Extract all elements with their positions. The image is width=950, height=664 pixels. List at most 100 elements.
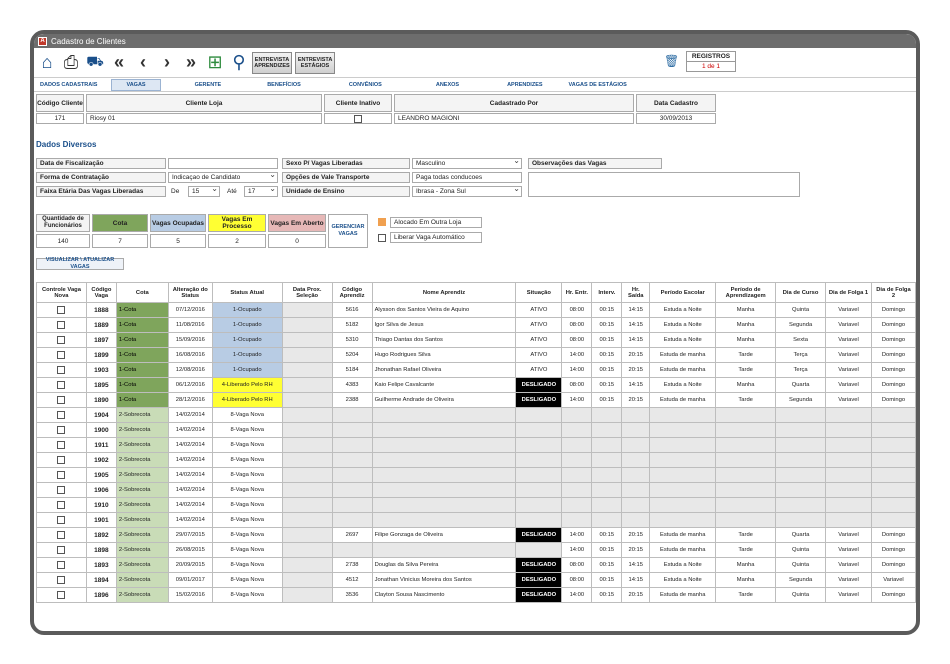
nome-aprendiz-cell (371, 467, 517, 483)
tab-vagas-de-estagios[interactable]: VAGAS DE ESTÁGIOS (565, 80, 631, 90)
controle-vaga-nova-checkbox[interactable] (57, 501, 66, 509)
forma-contratacao-select[interactable]: Indicaçao de Candidato (168, 171, 278, 183)
ate-select[interactable]: 17 (244, 185, 278, 197)
codigo-vaga-cell: 1890 (85, 392, 117, 408)
controle-vaga-nova-checkbox[interactable] (57, 591, 66, 599)
situacao-cell: DESLIGADO (515, 527, 563, 543)
table-row[interactable]: 1888 1-Cota 07/12/2016 1-Ocupado 5616 Alysson… (36, 302, 916, 318)
controle-vaga-nova-checkbox[interactable] (57, 426, 66, 434)
codigo-cliente-value[interactable]: 171 (36, 113, 84, 124)
status-atual-cell: 1-Ocupado (211, 362, 283, 378)
observacoes-textarea[interactable] (528, 172, 800, 197)
controle-vaga-nova-checkbox[interactable] (57, 381, 66, 389)
nome-aprendiz-cell: Jonathan Vinicius Moreira dos Santos (371, 572, 517, 588)
vale-transporte-value[interactable]: Paga todas conducoes (412, 172, 522, 183)
dia-curso-cell (775, 467, 827, 483)
first-icon[interactable]: « (108, 51, 130, 75)
table-row[interactable]: 1890 1-Cota 28/12/2016 4-Liberado Pelo RH 23… (36, 392, 916, 408)
controle-vaga-nova-checkbox[interactable] (57, 336, 66, 344)
hr-saida-cell: 20:15 (621, 347, 651, 363)
controle-vaga-nova-checkbox[interactable] (57, 351, 66, 359)
controle-vaga-nova-checkbox[interactable] (57, 456, 66, 464)
controle-vaga-nova-checkbox[interactable] (57, 306, 66, 314)
data-cadastro-value[interactable]: 30/09/2013 (636, 113, 716, 124)
table-row[interactable]: 1899 1-Cota 16/08/2016 1-Ocupado 5204 Hugo Ro… (36, 347, 916, 363)
tab-convenios[interactable]: CONVÊNIOS (345, 80, 386, 90)
controle-vaga-nova-checkbox[interactable] (57, 546, 66, 554)
intervalo-cell: 00:15 (591, 392, 623, 408)
table-row[interactable]: 1911 2-Sobrecota 14/02/2014 8-Vaga Nova (36, 437, 916, 453)
search-icon[interactable]: ⚲ (228, 51, 250, 75)
qtd-funcionarios-label: Quantidade de Funcionários (36, 214, 90, 232)
unidade-ensino-select[interactable]: Ibrasa - Zona Sul (412, 185, 522, 197)
trash-icon[interactable]: 🗑 (664, 54, 680, 70)
add-icon[interactable]: ⊞ (204, 51, 226, 75)
table-row[interactable]: 1894 2-Sobrecota 09/01/2017 8-Vaga Nova 4512… (36, 572, 916, 588)
controle-vaga-nova-checkbox[interactable] (57, 471, 66, 479)
controle-vaga-nova-checkbox[interactable] (57, 531, 66, 539)
data-prox-selecao-cell (281, 422, 333, 438)
visualizar-atualizar-vagas-button[interactable]: VISUALIZAR \ ATUALIZAR VAGAS (36, 257, 124, 270)
periodo-aprendizagem-cell (715, 512, 777, 528)
tab-gerente[interactable]: GERENTE (191, 80, 226, 90)
entrevista-estagios-button[interactable]: ENTREVISTA ESTÁGIOS (295, 51, 335, 74)
table-row[interactable]: 1893 2-Sobrecota 20/09/2015 8-Vaga Nova 2738… (36, 557, 916, 573)
entrevista-aprendizes-button[interactable]: ENTREVISTA APRENDIZES (252, 51, 292, 74)
periodo-escolar-cell: Estuda de manha (649, 392, 717, 408)
prev-icon[interactable]: ‹ (132, 51, 154, 75)
controle-vaga-nova-checkbox[interactable] (57, 516, 66, 524)
next-icon[interactable]: › (156, 51, 178, 75)
controle-vaga-nova-cell (36, 347, 87, 363)
controle-vaga-nova-checkbox[interactable] (57, 576, 66, 584)
table-row[interactable]: 1897 1-Cota 15/09/2016 1-Ocupado 5310 Thiago … (36, 332, 916, 348)
print-icon[interactable]: ⎙ (60, 51, 82, 75)
table-row[interactable]: 1900 2-Sobrecota 14/02/2014 8-Vaga Nova (36, 422, 916, 438)
observacoes-label: Observações das Vagas (528, 158, 662, 169)
tab-aprendizes[interactable]: APRENDIZES (503, 80, 546, 90)
codigo-aprendiz-cell: 3536 (331, 587, 373, 603)
tab-vagas[interactable]: VAGAS (111, 78, 161, 91)
cadastrado-por-value[interactable]: LEANDRO MAGIONI (394, 113, 634, 124)
controle-vaga-nova-cell (36, 422, 87, 438)
sexo-select[interactable]: Masculino (412, 157, 522, 169)
table-row[interactable]: 1892 2-Sobrecota 29/07/2015 8-Vaga Nova 2697… (36, 527, 916, 543)
hr-saida-cell: 20:15 (621, 587, 651, 603)
table-row[interactable]: 1901 2-Sobrecota 14/02/2014 8-Vaga Nova (36, 512, 916, 528)
controle-vaga-nova-checkbox[interactable] (57, 396, 66, 404)
tab-dados-cadastrais[interactable]: DADOS CADASTRAIS (36, 80, 101, 90)
last-icon[interactable]: » (180, 51, 202, 75)
hr-saida-cell: 20:15 (621, 392, 651, 408)
column-header: Hr. Saída (621, 282, 651, 303)
cliente-loja-value[interactable]: Riosy 01 (86, 113, 322, 124)
gerenciar-vagas-button[interactable]: GERENCIAR VAGAS (328, 214, 368, 248)
home-icon[interactable]: ⌂ (36, 51, 58, 75)
table-row[interactable]: 1910 2-Sobrecota 14/02/2014 8-Vaga Nova (36, 497, 916, 513)
controle-vaga-nova-checkbox[interactable] (57, 411, 66, 419)
dia-folga-2-cell (870, 512, 916, 528)
controle-vaga-nova-checkbox[interactable] (57, 321, 66, 329)
tab-anexos[interactable]: ANEXOS (432, 80, 463, 90)
de-select[interactable]: 15 (188, 185, 220, 197)
intervalo-cell (591, 512, 623, 528)
controle-vaga-nova-checkbox[interactable] (57, 561, 66, 569)
table-row[interactable]: 1889 1-Cota 11/08/2016 1-Ocupado 5182 Igor Si… (36, 317, 916, 333)
cliente-inativo-checkbox[interactable] (354, 114, 362, 123)
truck-icon[interactable]: ⛟ (84, 51, 106, 75)
table-row[interactable]: 1905 2-Sobrecota 14/02/2014 8-Vaga Nova (36, 467, 916, 483)
controle-vaga-nova-checkbox[interactable] (57, 486, 66, 494)
controle-vaga-nova-checkbox[interactable] (57, 441, 66, 449)
table-row[interactable]: 1898 2-Sobrecota 26/08/2015 8-Vaga Nova 14:0… (36, 542, 916, 558)
dia-curso-cell (775, 482, 827, 498)
controle-vaga-nova-checkbox[interactable] (57, 366, 66, 374)
table-row[interactable]: 1903 1-Cota 12/08/2016 1-Ocupado 5184 Jhonath… (36, 362, 916, 378)
periodo-escolar-cell (649, 482, 717, 498)
table-row[interactable]: 1904 2-Sobrecota 14/02/2014 8-Vaga Nova (36, 407, 916, 423)
tab-beneficios[interactable]: BENEFÍCIOS (263, 80, 305, 90)
hr-saida-cell: 14:15 (621, 377, 651, 393)
table-row[interactable]: 1902 2-Sobrecota 14/02/2014 8-Vaga Nova (36, 452, 916, 468)
liberar-vaga-checkbox[interactable] (378, 234, 386, 242)
data-fiscalizacao-input[interactable] (168, 158, 278, 169)
table-row[interactable]: 1896 2-Sobrecota 15/02/2016 8-Vaga Nova 3536… (36, 587, 916, 603)
table-row[interactable]: 1895 1-Cota 06/12/2016 4-Liberado Pelo RH 43… (36, 377, 916, 393)
table-row[interactable]: 1906 2-Sobrecota 14/02/2014 8-Vaga Nova (36, 482, 916, 498)
